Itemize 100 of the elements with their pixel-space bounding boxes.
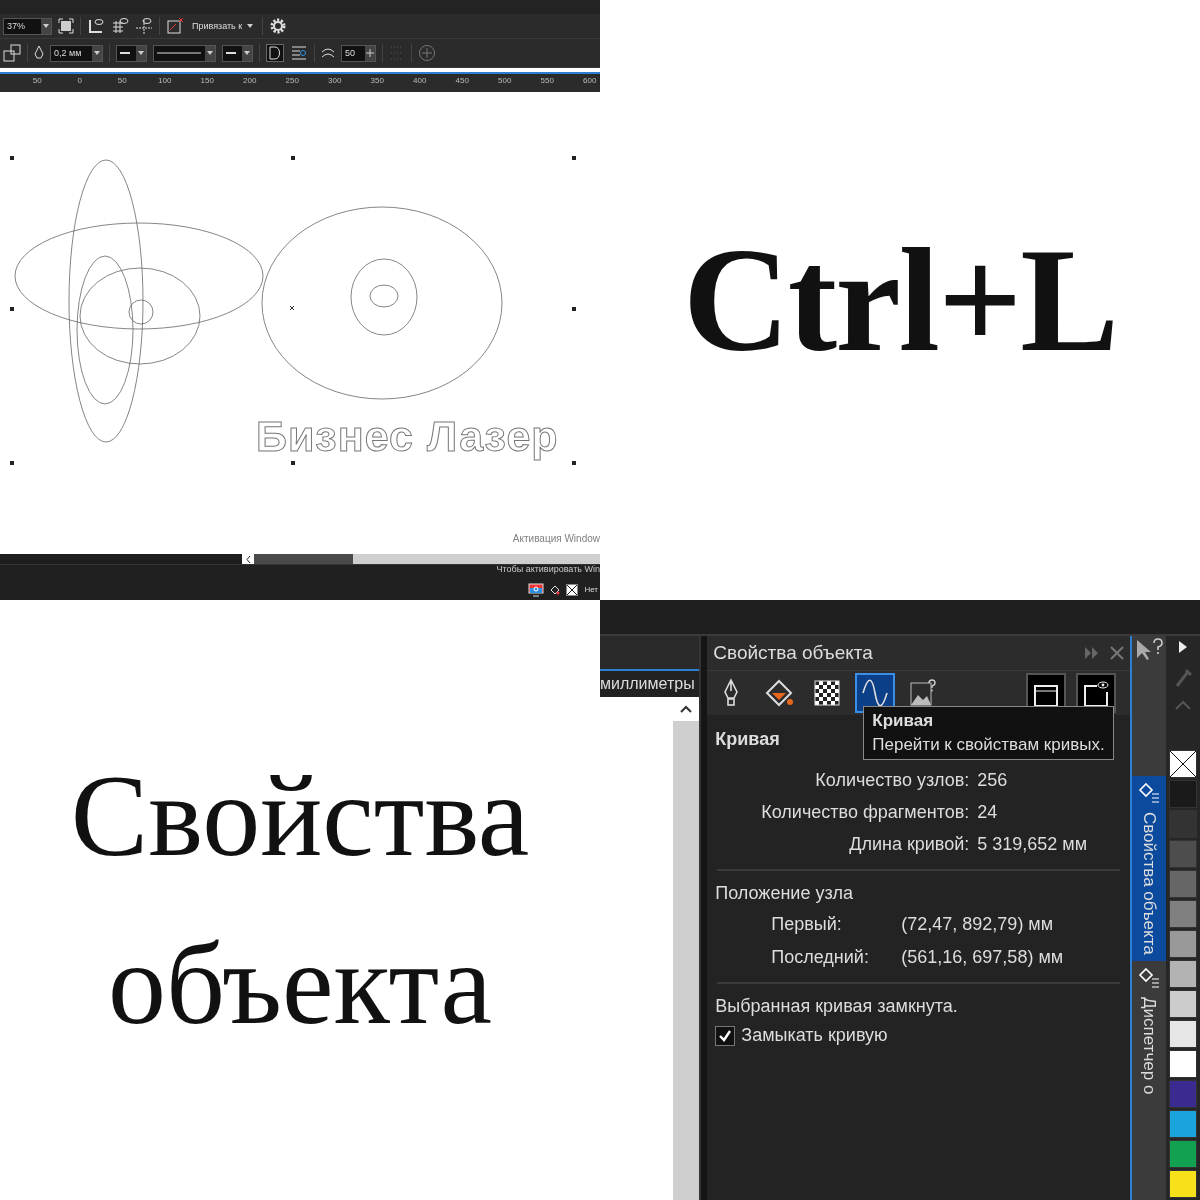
color-swatch[interactable] [1169, 990, 1198, 1018]
property-label: Количество узлов: [814, 770, 970, 791]
no-color-swatch[interactable] [1169, 750, 1198, 778]
plus-icon [366, 49, 374, 57]
side-tab[interactable]: Свойства объекта [1132, 776, 1167, 961]
caret-icon [206, 50, 214, 56]
units-label: миллиметры [600, 675, 695, 693]
color-swatch[interactable] [1169, 1170, 1198, 1198]
node-position-heading: Положение узла [714, 882, 854, 904]
snap-to-dropdown[interactable]: Привязать к [190, 21, 257, 31]
color-swatch[interactable] [1169, 930, 1198, 958]
arrow-right-icon[interactable] [1178, 640, 1189, 654]
ruler-label: 450 [454, 75, 470, 87]
transform-icon[interactable] [3, 44, 21, 62]
closed-curve-icon[interactable] [266, 44, 284, 62]
add-circle-icon[interactable] [418, 44, 436, 62]
ruler-label: 250 [284, 75, 300, 87]
grid-toggle-icon[interactable] [111, 17, 129, 35]
line-end-icon [226, 51, 236, 55]
ruler-label: 350 [369, 75, 385, 87]
color-swatch[interactable] [1169, 1080, 1198, 1108]
ruler-label: 600 [582, 75, 598, 87]
activation-notice-text: Чтобы активировать Win [496, 564, 600, 574]
close-icon[interactable] [1110, 646, 1125, 660]
rulers-toggle-icon[interactable] [87, 17, 105, 35]
color-swatch[interactable] [1169, 1140, 1198, 1168]
double-arrow-icon[interactable] [1084, 646, 1101, 660]
caret-icon [42, 23, 50, 29]
monitor-icon[interactable] [528, 582, 545, 597]
chevron-up-icon [680, 705, 693, 713]
text-wrap-icon[interactable] [290, 44, 308, 62]
caret-icon [93, 50, 101, 56]
color-swatch[interactable] [1169, 900, 1198, 928]
line-start-icon [120, 51, 130, 55]
checkmark-icon [718, 1028, 733, 1043]
zoom-field[interactable]: 37% [3, 17, 52, 35]
ruler-label: 50 [31, 75, 43, 87]
color-swatch[interactable] [1169, 780, 1198, 808]
ruler-label: 100 [157, 75, 173, 87]
line-end-dropdown[interactable] [222, 44, 253, 62]
caret-icon [246, 23, 255, 29]
line-style-icon [157, 51, 201, 55]
ruler-label: 300 [327, 75, 343, 87]
activation-notice-title: Активация Window [512, 533, 600, 544]
close-curve-label: Замыкать кривую [741, 1025, 888, 1046]
outline-width-field[interactable]: 0,2 мм [50, 44, 103, 62]
ruler-label: 150 [199, 75, 215, 87]
properties-icon [1138, 782, 1161, 804]
node-coordinates: (72,47, 892,79) мм [901, 914, 1055, 935]
line-style-dropdown[interactable] [153, 44, 216, 62]
line-start-dropdown[interactable] [116, 44, 147, 62]
ruler-label: 50 [116, 75, 128, 87]
color-swatch[interactable] [1169, 1050, 1198, 1078]
ruler-label: 0 [76, 75, 83, 87]
tooltip-text: Перейти к свойствам кривых. [872, 735, 1105, 755]
property-value: 256 [977, 770, 1009, 791]
smoothing-icon [321, 46, 335, 60]
node-label: Последний: [771, 947, 870, 968]
outlined-text: Бизнес Лазер [256, 412, 559, 461]
ruler-label: 200 [242, 75, 258, 87]
scroll-thumb[interactable] [254, 554, 353, 564]
fill-bucket-icon [550, 584, 561, 595]
close-curve-checkbox[interactable] [715, 1025, 736, 1046]
caret-icon [137, 50, 145, 56]
guidelines-toggle-icon[interactable] [135, 17, 153, 35]
cross-icon [1170, 751, 1197, 777]
fill-status: Нет [584, 585, 598, 594]
color-swatch[interactable] [1169, 840, 1198, 868]
vertical-scrollbar[interactable] [673, 697, 700, 1200]
node-coordinates: (561,16, 697,58) мм [901, 947, 1065, 968]
scroll-left-button[interactable] [242, 554, 254, 564]
ruler-label: 550 [539, 75, 555, 87]
node-label: Первый: [771, 914, 843, 935]
property-value: 24 [977, 802, 999, 823]
ruler-label: 500 [497, 75, 513, 87]
closed-curve-note: Выбранная кривая замкнута. [714, 995, 959, 1017]
caret-icon [243, 50, 251, 56]
color-swatch[interactable] [1169, 1110, 1198, 1138]
property-label: Длина кривой: [848, 834, 970, 855]
ruler-label: 400 [412, 75, 428, 87]
color-swatch[interactable] [1169, 960, 1198, 988]
pen-nib-icon [34, 45, 44, 61]
settings-icon[interactable] [269, 17, 288, 35]
color-swatch[interactable] [1169, 870, 1198, 898]
scroll-up-button[interactable] [673, 697, 700, 721]
snap-off-icon[interactable] [166, 17, 184, 35]
shortcut-caption: Ctrl+L [683, 217, 1117, 384]
full-screen-icon[interactable] [58, 18, 74, 34]
section-title: Кривая [715, 729, 780, 750]
color-swatch[interactable] [1169, 1020, 1198, 1048]
property-label: Количество фрагментов: [760, 802, 970, 823]
title-caption: объекта [108, 919, 492, 1050]
smoothing-field[interactable]: 50 [341, 44, 376, 62]
property-value: 5 319,652 мм [977, 834, 1089, 855]
checkerboard-icon[interactable] [813, 679, 842, 707]
panel-title: Свойства объекта [713, 642, 873, 664]
no-fill-icon [566, 583, 579, 596]
objects-icon [1138, 966, 1161, 989]
title-caption: Свойства [70, 750, 530, 882]
tooltip-title: Кривая [872, 711, 935, 731]
